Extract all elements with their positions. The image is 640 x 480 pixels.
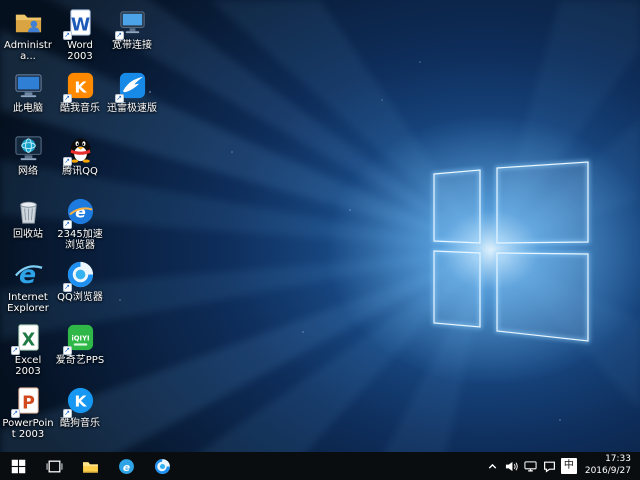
kugou-music-icon: K↗	[65, 385, 96, 416]
desktop-icon-label: QQ浏览器	[57, 292, 103, 303]
desktop-icon-label: 宽带连接	[112, 40, 152, 51]
this-pc-icon	[13, 70, 44, 101]
task-view-icon	[46, 458, 63, 475]
desktop-icon-label: Word 2003	[54, 40, 106, 62]
file-explorer-icon	[82, 458, 99, 475]
desktop-icon-label: 2345加速浏览器	[54, 229, 106, 251]
internet-explorer-icon: e	[13, 259, 44, 290]
desktop-icon-label: 酷我音乐	[60, 103, 100, 114]
desktop-icon-kugou-music[interactable]: K↗酷狗音乐	[54, 382, 106, 445]
clock-time: 17:33	[585, 454, 631, 466]
browser-2345-icon: e↗	[65, 196, 96, 227]
taskbar: e 中 17:33 2016/9/27	[0, 452, 640, 480]
svg-text:X: X	[21, 330, 35, 350]
desktop-icon-qq-browser[interactable]: ↗QQ浏览器	[54, 256, 106, 319]
desktop-icon-label: PowerPoint 2003	[2, 418, 54, 440]
qq-browser-icon: ↗	[65, 259, 96, 290]
desktop-icon-label: 网络	[18, 166, 38, 177]
svg-text:W: W	[70, 15, 89, 35]
desktop-icon-label: Excel 2003	[2, 355, 54, 377]
kuwo-music-icon: K↗	[65, 70, 96, 101]
shortcut-arrow-icon: ↗	[63, 94, 72, 103]
desktop-icon-label: Administra...	[2, 40, 54, 62]
desktop-icon-label: 此电脑	[13, 103, 43, 114]
browser-button[interactable]: e	[108, 452, 144, 480]
desktop-icon-word-2003[interactable]: W↗Word 2003	[54, 4, 106, 67]
broadband-connection-icon: ↗	[117, 7, 148, 38]
svg-text:P: P	[22, 393, 35, 413]
shortcut-arrow-icon: ↗	[11, 346, 20, 355]
recycle-bin-icon	[13, 196, 44, 227]
desktop-icon-this-pc[interactable]: 此电脑	[2, 67, 54, 130]
ie-browser-icon: e	[118, 458, 135, 475]
desktop-icon-administrator-folder[interactable]: Administra...	[2, 4, 54, 67]
desktop-icon-grid: Administra...W↗Word 2003↗宽带连接此电脑K↗酷我音乐↗迅…	[2, 4, 158, 445]
desktop-icon-label: 腾讯QQ	[62, 166, 98, 177]
word-2003-icon: W↗	[65, 7, 96, 38]
tray-chevron-up-icon[interactable]	[483, 452, 502, 480]
desktop-icon-network[interactable]: 网络	[2, 130, 54, 193]
shortcut-arrow-icon: ↗	[63, 31, 72, 40]
tray-network-icon[interactable]	[521, 452, 540, 480]
desktop-icon-label: Internet Explorer	[2, 292, 54, 314]
system-tray: 中 17:33 2016/9/27	[483, 452, 640, 480]
desktop-icon-label: 酷狗音乐	[60, 418, 100, 429]
desktop-icon-iqiyi-pps[interactable]: iQIYI ↗爱奇艺PPS	[54, 319, 106, 382]
taskbar-clock[interactable]: 17:33 2016/9/27	[581, 454, 635, 477]
desktop-icon-internet-explorer[interactable]: e Internet Explorer	[2, 256, 54, 319]
desktop-icon-powerpoint-2003[interactable]: P↗PowerPoint 2003	[2, 382, 54, 445]
svg-text:e: e	[75, 203, 86, 221]
start-button[interactable]	[0, 452, 36, 480]
iqiyi-pps-icon: iQIYI ↗	[65, 322, 96, 353]
clock-date: 2016/9/27	[585, 466, 631, 478]
desktop-icon-label: 迅雷极速版	[107, 103, 157, 114]
powerpoint-2003-icon: P↗	[13, 385, 44, 416]
desktop-icon-recycle-bin[interactable]: 回收站	[2, 193, 54, 256]
tencent-qq-icon: ↗	[65, 133, 96, 164]
shortcut-arrow-icon: ↗	[63, 346, 72, 355]
desktop-icon-kuwo-music[interactable]: K↗酷我音乐	[54, 67, 106, 130]
shortcut-arrow-icon: ↗	[63, 409, 72, 418]
file-explorer-button[interactable]	[72, 452, 108, 480]
shortcut-arrow-icon: ↗	[115, 31, 124, 40]
tray-icons	[483, 452, 559, 480]
svg-text:K: K	[74, 392, 87, 410]
desktop-icon-tencent-qq[interactable]: ↗腾讯QQ	[54, 130, 106, 193]
desktop-icon-browser-2345[interactable]: e↗2345加速浏览器	[54, 193, 106, 256]
start-icon	[11, 459, 26, 474]
desktop-icon-label: 回收站	[13, 229, 43, 240]
task-view-button[interactable]	[36, 452, 72, 480]
shortcut-arrow-icon: ↗	[63, 157, 72, 166]
svg-text:e: e	[122, 460, 129, 473]
desktop-icon-broadband-connection[interactable]: ↗宽带连接	[106, 4, 158, 67]
tray-action-center-icon[interactable]	[540, 452, 559, 480]
desktop-icon-excel-2003[interactable]: X↗Excel 2003	[2, 319, 54, 382]
tray-volume-icon[interactable]	[502, 452, 521, 480]
shortcut-arrow-icon: ↗	[63, 220, 72, 229]
qq-browser-button[interactable]	[144, 452, 180, 480]
svg-text:K: K	[74, 78, 87, 96]
svg-text:iQIYI: iQIYI	[71, 334, 89, 342]
desktop-icon-label: 爱奇艺PPS	[56, 355, 104, 366]
ime-indicator[interactable]: 中	[561, 458, 577, 474]
network-icon	[13, 133, 44, 164]
qq-browser-icon	[154, 458, 171, 475]
shortcut-arrow-icon: ↗	[11, 409, 20, 418]
excel-2003-icon: X↗	[13, 322, 44, 353]
shortcut-arrow-icon: ↗	[115, 94, 124, 103]
shortcut-arrow-icon: ↗	[63, 283, 72, 292]
administrator-folder-icon	[13, 7, 44, 38]
taskbar-buttons: e	[0, 452, 180, 480]
desktop-icon-thunder-speed[interactable]: ↗迅雷极速版	[106, 67, 158, 130]
desktop: Administra...W↗Word 2003↗宽带连接此电脑K↗酷我音乐↗迅…	[0, 0, 640, 480]
thunder-speed-icon: ↗	[117, 70, 148, 101]
svg-text:e: e	[18, 260, 35, 289]
